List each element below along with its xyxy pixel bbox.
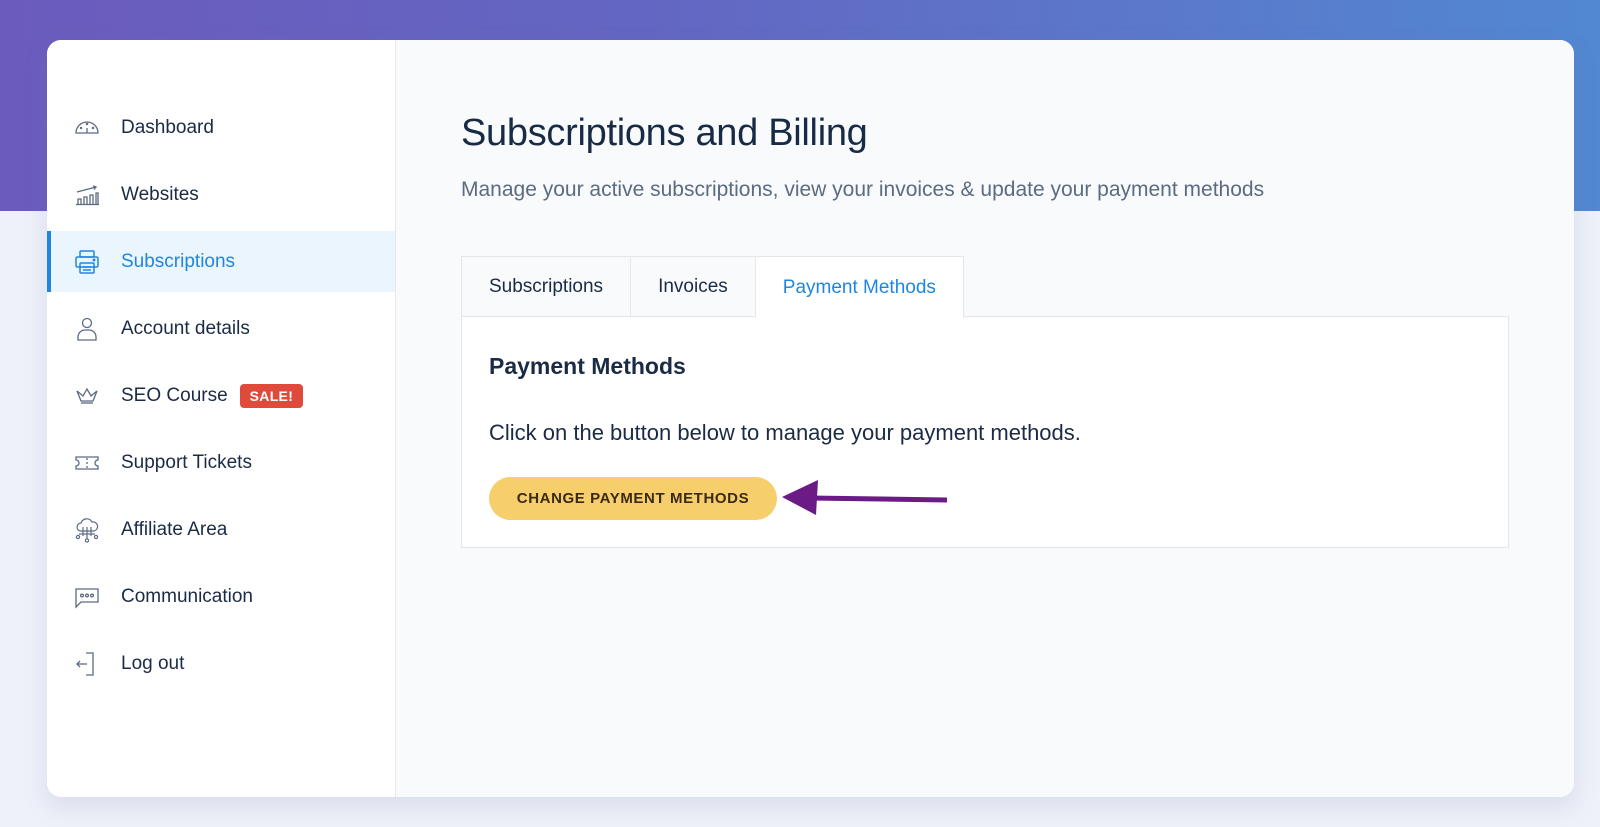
sidebar-item-label: Subscriptions bbox=[121, 250, 236, 272]
billing-tabs: Subscriptions Invoices Payment Methods bbox=[461, 256, 964, 318]
tab-payment-methods[interactable]: Payment Methods bbox=[755, 256, 964, 318]
cloud-network-icon bbox=[73, 516, 101, 544]
sidebar: Dashboard Websites Subscriptions Account… bbox=[47, 40, 396, 797]
sidebar-item-seo-course[interactable]: SEO Course SALE! bbox=[47, 365, 395, 426]
sidebar-item-subscriptions[interactable]: Subscriptions bbox=[47, 231, 395, 292]
panel-title: Payment Methods bbox=[489, 353, 686, 379]
change-payment-methods-button[interactable]: CHANGE PAYMENT METHODS bbox=[489, 477, 777, 520]
tab-subscriptions[interactable]: Subscriptions bbox=[461, 256, 632, 317]
app-card: Dashboard Websites Subscriptions Account… bbox=[47, 40, 1574, 797]
sidebar-item-label: Affiliate Area bbox=[121, 518, 228, 540]
dashboard-gauge-icon bbox=[73, 114, 101, 142]
sidebar-item-log-out[interactable]: Log out bbox=[47, 633, 395, 694]
page-title: Subscriptions and Billing bbox=[461, 112, 868, 154]
sidebar-item-websites[interactable]: Websites bbox=[47, 164, 395, 225]
payment-methods-panel: Payment Methods Click on the button belo… bbox=[461, 316, 1509, 548]
logout-icon bbox=[73, 650, 101, 678]
tab-invoices[interactable]: Invoices bbox=[631, 256, 756, 317]
panel-description: Click on the button below to manage your… bbox=[489, 420, 1081, 445]
sidebar-item-communication[interactable]: Communication bbox=[47, 566, 395, 627]
main-content: Subscriptions and Billing Manage your ac… bbox=[396, 40, 1574, 797]
sidebar-item-account-details[interactable]: Account details bbox=[47, 298, 395, 359]
bar-chart-trend-icon bbox=[73, 181, 101, 209]
page-subtitle: Manage your active subscriptions, view y… bbox=[461, 178, 1265, 201]
sidebar-item-label: SEO Course bbox=[121, 384, 228, 406]
sidebar-item-label: Websites bbox=[121, 183, 199, 205]
sidebar-item-affiliate-area[interactable]: Affiliate Area bbox=[47, 499, 395, 560]
user-icon bbox=[73, 315, 101, 343]
sidebar-item-label: Account details bbox=[121, 317, 250, 339]
annotation-arrow-icon bbox=[782, 480, 948, 515]
sale-badge: SALE! bbox=[239, 383, 304, 408]
sidebar-item-support-tickets[interactable]: Support Tickets bbox=[47, 432, 395, 493]
chat-bubble-icon bbox=[73, 583, 101, 611]
sidebar-item-label: Dashboard bbox=[121, 116, 214, 138]
sidebar-item-label: Log out bbox=[121, 652, 185, 674]
sidebar-item-label: Communication bbox=[121, 585, 253, 607]
sidebar-item-label: Support Tickets bbox=[121, 451, 252, 473]
crown-icon bbox=[73, 382, 101, 410]
printer-icon bbox=[73, 248, 101, 276]
sidebar-item-dashboard[interactable]: Dashboard bbox=[47, 97, 395, 158]
ticket-icon bbox=[73, 449, 101, 477]
